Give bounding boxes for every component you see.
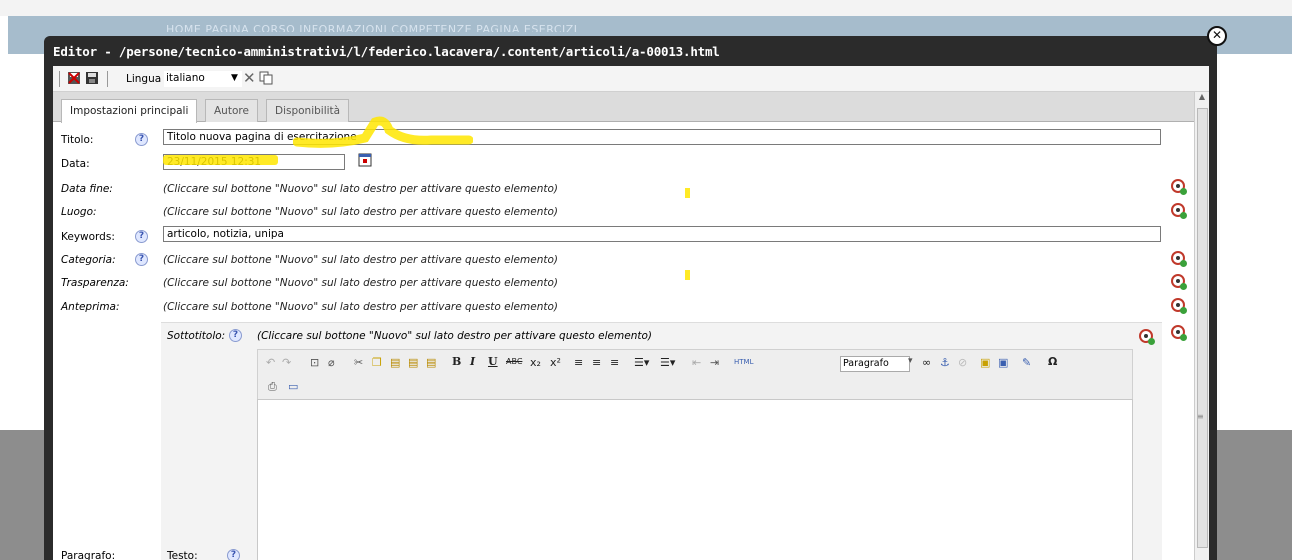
html-source-icon[interactable]: HTML bbox=[734, 358, 753, 366]
anchor-icon[interactable]: ⚓ bbox=[940, 356, 950, 369]
help-icon[interactable]: ? bbox=[135, 230, 148, 243]
highlight-mark bbox=[685, 188, 690, 198]
paste-word-icon[interactable]: ▤ bbox=[426, 356, 436, 369]
scroll-thumb[interactable] bbox=[1197, 108, 1208, 548]
highlight-scribble bbox=[293, 116, 473, 148]
toolbar-separator bbox=[59, 71, 60, 87]
special-char-icon[interactable]: Ω bbox=[1048, 355, 1057, 368]
paste-text-icon[interactable]: ▤ bbox=[408, 356, 418, 369]
close-icon[interactable]: ✕ bbox=[1207, 26, 1227, 46]
save-exit-icon[interactable] bbox=[67, 71, 81, 85]
tab-bar: Impostazioni principali Autore Disponibi… bbox=[53, 92, 1194, 123]
title-label: Titolo: bbox=[61, 134, 94, 146]
find-icon[interactable]: ⊡ bbox=[310, 356, 319, 369]
paragrafo-label: Paragrafo: bbox=[61, 550, 116, 560]
window-title: Editor - /persone/tecnico-amministrativi… bbox=[53, 44, 720, 59]
image-gallery-icon[interactable]: ▣ bbox=[980, 356, 990, 369]
indent-icon[interactable]: ⇥ bbox=[710, 356, 719, 369]
tab-autore[interactable]: Autore bbox=[205, 99, 258, 122]
numbered-list-icon[interactable]: ☰▾ bbox=[634, 356, 649, 369]
redo-icon[interactable]: ↷ bbox=[282, 356, 291, 369]
scroll-up-icon[interactable]: ▲ bbox=[1195, 92, 1209, 106]
highlight-mark bbox=[163, 155, 278, 165]
underline-icon[interactable]: U bbox=[488, 355, 498, 368]
paragrafo-panel: Sottotitolo: ? (Cliccare sul bottone "Nu… bbox=[161, 322, 1162, 560]
delete-locale-icon[interactable]: ✕ bbox=[243, 69, 256, 87]
chevron-down-icon[interactable]: ▾ bbox=[908, 356, 913, 366]
testo-label: Testo: bbox=[167, 550, 198, 560]
chevron-down-icon[interactable]: ▼ bbox=[231, 73, 238, 83]
maximize-icon[interactable]: ▭ bbox=[288, 380, 298, 393]
scroll-grip-icon: ≡ bbox=[1197, 412, 1204, 421]
unlink-icon[interactable]: ⊘ bbox=[958, 356, 967, 369]
rich-text-toolbar: ↶ ↷ ⊡ ⌀ ✂ ❐ ▤ ▤ ▤ B I U ABC x₂ x² ≡ ≡ ≡ … bbox=[257, 349, 1133, 403]
help-icon[interactable]: ? bbox=[135, 253, 148, 266]
sottotitolo-label: Sottotitolo: bbox=[167, 330, 226, 342]
print-icon[interactable]: ⎙ bbox=[268, 380, 277, 394]
italic-icon[interactable]: I bbox=[470, 355, 475, 368]
format-select[interactable]: Paragrafo bbox=[840, 356, 910, 372]
data-fine-hint: (Cliccare sul bottone "Nuovo" sul lato d… bbox=[163, 183, 558, 195]
new-element-button[interactable] bbox=[1171, 274, 1187, 290]
anteprima-label: Anteprima: bbox=[61, 301, 120, 313]
strikethrough-icon[interactable]: ABC bbox=[506, 357, 522, 366]
copy-locale-icon[interactable] bbox=[259, 71, 273, 85]
undo-icon[interactable]: ↶ bbox=[266, 356, 275, 369]
link-icon[interactable]: ∞ bbox=[922, 356, 931, 369]
page-top-strip bbox=[0, 0, 1292, 16]
bold-icon[interactable]: B bbox=[452, 355, 461, 368]
anteprima-hint: (Cliccare sul bottone "Nuovo" sul lato d… bbox=[163, 301, 558, 313]
luogo-hint: (Cliccare sul bottone "Nuovo" sul lato d… bbox=[163, 206, 558, 218]
tab-impostazioni-principali[interactable]: Impostazioni principali bbox=[61, 99, 198, 123]
paste-icon[interactable]: ▤ bbox=[390, 356, 400, 369]
help-icon[interactable]: ? bbox=[227, 549, 240, 560]
luogo-label: Luogo: bbox=[61, 206, 97, 218]
copy-icon[interactable]: ❐ bbox=[372, 356, 382, 369]
edit-icon[interactable]: ✎ bbox=[1022, 356, 1031, 369]
trasparenza-hint: (Cliccare sul bottone "Nuovo" sul lato d… bbox=[163, 277, 558, 289]
data-fine-label: Data fine: bbox=[61, 183, 113, 195]
new-element-button[interactable] bbox=[1171, 298, 1187, 314]
bullet-list-icon[interactable]: ☰▾ bbox=[660, 356, 675, 369]
outdent-icon[interactable]: ⇤ bbox=[692, 356, 701, 369]
editor-content: Lingua italiano ▼ ✕ Impostazioni princip… bbox=[53, 66, 1209, 560]
highlight-mark bbox=[685, 270, 690, 280]
trasparenza-label: Trasparenza: bbox=[61, 277, 129, 289]
date-label: Data: bbox=[61, 158, 90, 170]
cut-icon[interactable]: ✂ bbox=[354, 356, 363, 369]
toolbar-separator bbox=[107, 71, 108, 87]
align-left-icon[interactable]: ≡ bbox=[574, 356, 583, 369]
calendar-icon[interactable] bbox=[358, 153, 372, 167]
new-element-button[interactable] bbox=[1171, 203, 1187, 219]
align-right-icon[interactable]: ≡ bbox=[610, 356, 619, 369]
rich-text-editor[interactable] bbox=[257, 399, 1133, 560]
new-element-button[interactable] bbox=[1171, 325, 1187, 341]
help-icon[interactable]: ? bbox=[229, 329, 242, 342]
new-element-button[interactable] bbox=[1171, 179, 1187, 195]
align-center-icon[interactable]: ≡ bbox=[592, 356, 601, 369]
editor-toolbar: Lingua italiano ▼ ✕ bbox=[53, 66, 1209, 92]
background-nav-text: HOME PAGINA CORSO INFORMAZIONI COMPETENZ… bbox=[166, 23, 578, 32]
keywords-label: Keywords: bbox=[61, 231, 115, 243]
eraser-icon[interactable]: ⌀ bbox=[328, 356, 335, 369]
download-gallery-icon[interactable]: ▣ bbox=[998, 356, 1008, 369]
vertical-scrollbar[interactable]: ▲ ≡ bbox=[1194, 92, 1209, 560]
language-label: Lingua bbox=[126, 73, 162, 85]
keywords-input[interactable]: articolo, notizia, unipa bbox=[163, 226, 1161, 242]
sottotitolo-hint: (Cliccare sul bottone "Nuovo" sul lato d… bbox=[257, 330, 652, 342]
help-icon[interactable]: ? bbox=[135, 133, 148, 146]
subscript-icon[interactable]: x₂ bbox=[530, 356, 541, 369]
save-icon[interactable] bbox=[85, 71, 99, 85]
categoria-hint: (Cliccare sul bottone "Nuovo" sul lato d… bbox=[163, 254, 558, 266]
new-element-button[interactable] bbox=[1139, 329, 1155, 345]
superscript-icon[interactable]: x² bbox=[550, 356, 561, 369]
new-element-button[interactable] bbox=[1171, 251, 1187, 267]
categoria-label: Categoria: bbox=[61, 254, 116, 266]
